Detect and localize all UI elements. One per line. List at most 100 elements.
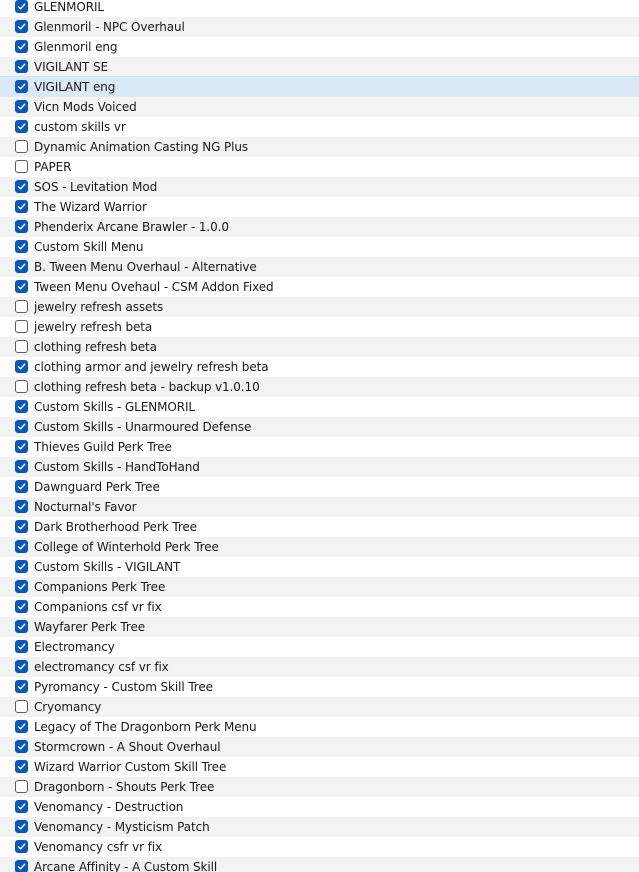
checkbox-checked[interactable] <box>15 760 28 773</box>
list-item[interactable]: electromancy csf vr fix <box>0 657 639 677</box>
checkbox-checked[interactable] <box>15 460 28 473</box>
checkbox-checked[interactable] <box>15 480 28 493</box>
list-item-label: Dynamic Animation Casting NG Plus <box>34 140 249 154</box>
list-item[interactable]: The Wizard Warrior <box>0 197 639 217</box>
checkbox-checked[interactable] <box>15 360 28 373</box>
list-item[interactable]: Companions csf vr fix <box>0 597 639 617</box>
checkmark-icon <box>17 183 26 190</box>
checkbox-checked[interactable] <box>15 280 28 293</box>
list-item[interactable]: Thieves Guild Perk Tree <box>0 437 639 457</box>
list-item[interactable]: Custom Skills - HandToHand <box>0 457 639 477</box>
checkbox-checked[interactable] <box>15 580 28 593</box>
list-item[interactable]: Venomancy csfr vr fix <box>0 837 639 857</box>
checkbox-checked[interactable] <box>15 180 28 193</box>
list-item[interactable]: VIGILANT SE <box>0 57 639 77</box>
list-item-label: Custom Skill Menu <box>34 240 144 254</box>
checkbox-checked[interactable] <box>15 440 28 453</box>
checkbox-unchecked[interactable] <box>15 780 28 793</box>
checkbox-checked[interactable] <box>15 820 28 833</box>
list-item[interactable]: Dragonborn - Shouts Perk Tree <box>0 777 639 797</box>
list-item[interactable]: B. Tween Menu Overhaul - Alternative <box>0 257 639 277</box>
checkbox-checked[interactable] <box>15 200 28 213</box>
list-item[interactable]: clothing refresh beta - backup v1.0.10 <box>0 377 639 397</box>
list-item[interactable]: Wizard Warrior Custom Skill Tree <box>0 757 639 777</box>
list-item-label: Thieves Guild Perk Tree <box>34 440 172 454</box>
checkbox-checked[interactable] <box>15 20 28 33</box>
list-item[interactable]: Custom Skills - GLENMORIL <box>0 397 639 417</box>
list-item[interactable]: clothing armor and jewelry refresh beta <box>0 357 639 377</box>
list-item[interactable]: jewelry refresh beta <box>0 317 639 337</box>
checkbox-checked[interactable] <box>15 60 28 73</box>
list-item[interactable]: PAPER <box>0 157 639 177</box>
list-item-label: jewelry refresh assets <box>34 300 164 314</box>
checkbox-checked[interactable] <box>15 860 28 872</box>
list-item[interactable]: Dawnguard Perk Tree <box>0 477 639 497</box>
list-item-label: Wizard Warrior Custom Skill Tree <box>34 760 227 774</box>
checkbox-checked[interactable] <box>15 620 28 633</box>
list-item[interactable]: Phenderix Arcane Brawler - 1.0.0 <box>0 217 639 237</box>
checkbox-checked[interactable] <box>15 680 28 693</box>
checkbox-checked[interactable] <box>15 400 28 413</box>
list-item[interactable]: Companions Perk Tree <box>0 577 639 597</box>
list-item[interactable]: Cryomancy <box>0 697 639 717</box>
list-item[interactable]: College of Winterhold Perk Tree <box>0 537 639 557</box>
list-item[interactable]: VIGILANT eng <box>0 76 639 98</box>
list-item[interactable]: Legacy of The Dragonborn Perk Menu <box>0 717 639 737</box>
checkbox-checked[interactable] <box>15 720 28 733</box>
checkbox-checked[interactable] <box>15 420 28 433</box>
list-item[interactable]: custom skills vr <box>0 117 639 137</box>
checkmark-icon <box>17 623 26 630</box>
list-item[interactable]: Nocturnal's Favor <box>0 497 639 517</box>
checkbox-unchecked[interactable] <box>15 160 28 173</box>
checkbox-unchecked[interactable] <box>15 700 28 713</box>
checkbox-unchecked[interactable] <box>15 340 28 353</box>
checkbox-checked[interactable] <box>15 640 28 653</box>
checkbox-checked[interactable] <box>15 560 28 573</box>
list-item-label: Venomancy - Mysticism Patch <box>34 820 210 834</box>
checkbox-checked[interactable] <box>15 40 28 53</box>
list-item[interactable]: GLENMORIL <box>0 0 639 17</box>
checkbox-checked[interactable] <box>15 100 28 113</box>
checkbox-unchecked[interactable] <box>15 380 28 393</box>
checkbox-checked[interactable] <box>15 520 28 533</box>
list-item-label: Venomancy - Destruction <box>34 800 184 814</box>
list-item-label: custom skills vr <box>34 120 126 134</box>
checkbox-checked[interactable] <box>15 540 28 553</box>
checkbox-unchecked[interactable] <box>15 140 28 153</box>
list-item[interactable]: Custom Skills - Unarmoured Defense <box>0 417 639 437</box>
list-item[interactable]: Vicn Mods Voiced <box>0 97 639 117</box>
list-item[interactable]: Venomancy - Destruction <box>0 797 639 817</box>
list-item[interactable]: Arcane Affinity - A Custom Skill <box>0 857 639 872</box>
list-item[interactable]: Dynamic Animation Casting NG Plus <box>0 137 639 157</box>
checkbox-checked[interactable] <box>15 800 28 813</box>
list-item[interactable]: Stormcrown - A Shout Overhaul <box>0 737 639 757</box>
checkbox-unchecked[interactable] <box>15 300 28 313</box>
list-item[interactable]: clothing refresh beta <box>0 337 639 357</box>
list-item[interactable]: Tween Menu Ovehaul - CSM Addon Fixed <box>0 277 639 297</box>
list-item[interactable]: jewelry refresh assets <box>0 297 639 317</box>
checkbox-checked[interactable] <box>15 120 28 133</box>
list-item[interactable]: Wayfarer Perk Tree <box>0 617 639 637</box>
checkbox-checked[interactable] <box>15 840 28 853</box>
list-item[interactable]: SOS - Levitation Mod <box>0 177 639 197</box>
list-item[interactable]: Custom Skills - VIGILANT <box>0 557 639 577</box>
checkbox-checked[interactable] <box>15 660 28 673</box>
checkbox-checked[interactable] <box>15 740 28 753</box>
checkbox-checked[interactable] <box>15 240 28 253</box>
list-item[interactable]: Dark Brotherhood Perk Tree <box>0 517 639 537</box>
checkbox-checked[interactable] <box>15 220 28 233</box>
list-item[interactable]: Pyromancy - Custom Skill Tree <box>0 677 639 697</box>
checkbox-unchecked[interactable] <box>15 320 28 333</box>
list-item-label: Custom Skills - GLENMORIL <box>34 400 195 414</box>
list-item[interactable]: Custom Skill Menu <box>0 237 639 257</box>
checkbox-checked[interactable] <box>15 0 28 13</box>
checkbox-checked[interactable] <box>15 80 28 93</box>
list-item[interactable]: Glenmoril eng <box>0 37 639 57</box>
list-item[interactable]: Venomancy - Mysticism Patch <box>0 817 639 837</box>
list-item[interactable]: Electromancy <box>0 637 639 657</box>
list-item[interactable]: Glenmoril - NPC Overhaul <box>0 17 639 37</box>
checkbox-checked[interactable] <box>15 260 28 273</box>
list-item-label: Tween Menu Ovehaul - CSM Addon Fixed <box>34 280 274 294</box>
checkbox-checked[interactable] <box>15 600 28 613</box>
checkbox-checked[interactable] <box>15 500 28 513</box>
